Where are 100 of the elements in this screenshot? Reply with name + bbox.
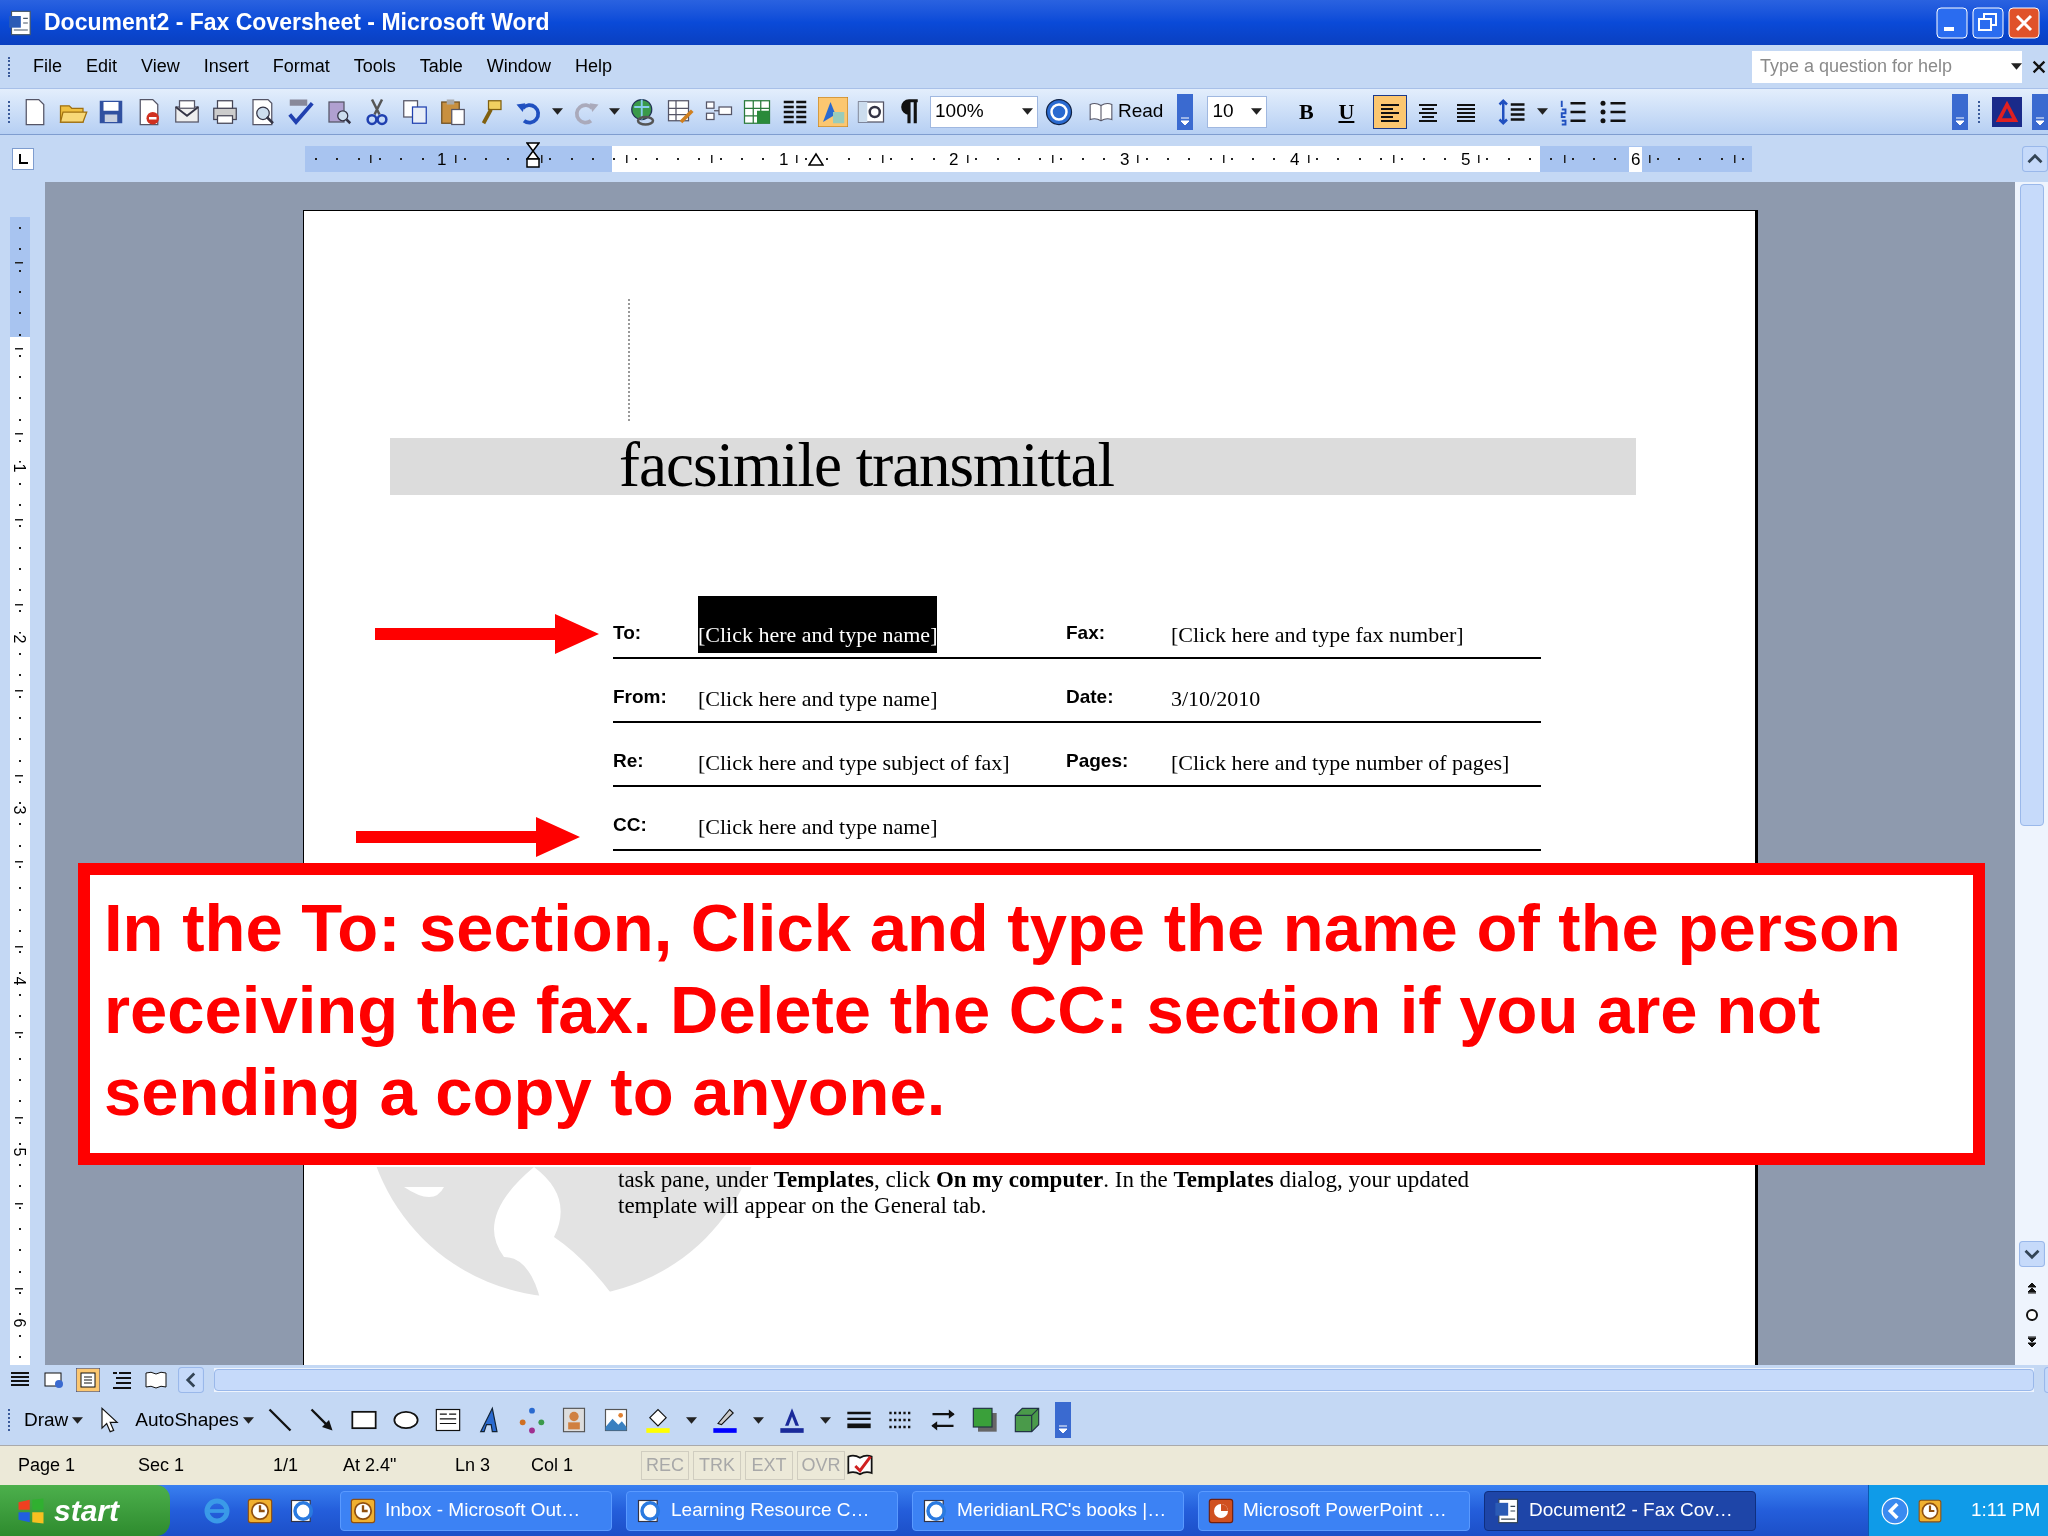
status-item: Ln 3 bbox=[455, 1454, 492, 1477]
menu-item[interactable]: Help bbox=[565, 51, 621, 82]
line-spacing-icon[interactable] bbox=[1497, 96, 1528, 127]
restore-button[interactable] bbox=[1972, 6, 2004, 39]
help-search-field[interactable]: Type a question for help bbox=[1752, 50, 2022, 83]
show-hidden-icons-button[interactable] bbox=[1881, 1496, 1909, 1525]
field-value[interactable]: [Click here and type fax number] bbox=[1171, 618, 1464, 653]
scroll-up-button[interactable] bbox=[2022, 145, 2048, 172]
tab-stop-icon[interactable] bbox=[808, 151, 824, 167]
menu-item[interactable]: View bbox=[132, 51, 189, 82]
corner-icon bbox=[17, 152, 29, 165]
field-value[interactable]: [Click here and type number of pages] bbox=[1171, 746, 1510, 781]
zoom-box[interactable]: 100% bbox=[930, 95, 1038, 128]
taskbar-button[interactable]: Learning Resource C… bbox=[626, 1490, 898, 1531]
toolbar-options-icon[interactable] bbox=[1054, 1402, 1071, 1438]
ruler-number: 3 bbox=[11, 804, 28, 816]
field-label: Pages: bbox=[1066, 748, 1130, 773]
document-title: facsimile transmittal bbox=[619, 429, 1115, 502]
instruction-text: In the To: section, Click and type the name of the person receiving the fax. Delete the CC: section if you are not sending a copy to anyone. bbox=[104, 889, 1902, 1131]
dropdown-caret-icon[interactable] bbox=[1251, 108, 1263, 115]
menu-item[interactable]: Insert bbox=[194, 51, 258, 82]
caret-icon[interactable] bbox=[752, 1416, 764, 1424]
scroll-down-button[interactable] bbox=[2018, 1241, 2045, 1267]
field-value[interactable]: [Click here and type name] bbox=[698, 810, 938, 845]
minimize-button[interactable] bbox=[1936, 6, 1968, 39]
field-label: Fax: bbox=[1066, 620, 1107, 645]
clock-app-icon[interactable] bbox=[1917, 1497, 1943, 1524]
ruler-number: 5 bbox=[11, 1146, 28, 1158]
clock: 1:11 PM bbox=[1971, 1498, 2041, 1523]
window-title: Document2 - Fax Coversheet - Microsoft Word bbox=[44, 8, 551, 38]
menu-item[interactable]: Table bbox=[410, 51, 472, 82]
align-left-button[interactable] bbox=[1373, 94, 1408, 129]
clock-app-icon bbox=[349, 1496, 377, 1525]
field-value[interactable]: [Click here and type subject of fax] bbox=[698, 746, 1010, 781]
autoshapes-menu-button[interactable]: AutoShapes bbox=[135, 1405, 254, 1435]
menu-item[interactable]: Edit bbox=[77, 51, 127, 82]
dropdown-caret-icon[interactable] bbox=[552, 108, 563, 115]
diagram-icon[interactable] bbox=[517, 1406, 546, 1434]
status-item: Col 1 bbox=[531, 1454, 575, 1477]
field-label: To: bbox=[613, 620, 643, 645]
field-label: From: bbox=[613, 684, 668, 709]
document-icon bbox=[1493, 1496, 1521, 1525]
field-label: CC: bbox=[613, 812, 648, 837]
help-icon[interactable] bbox=[1044, 96, 1074, 127]
caret-icon[interactable] bbox=[819, 1416, 831, 1424]
dropdown-caret-icon[interactable] bbox=[1537, 108, 1549, 115]
status-item: At 2.4" bbox=[343, 1454, 398, 1477]
taskbar-button[interactable]: MeridianLRC's books |… bbox=[912, 1490, 1184, 1531]
ruler-number: 6 bbox=[11, 1317, 28, 1329]
toolbar-options-icon[interactable] bbox=[2032, 93, 2048, 130]
ruler-number: 2 bbox=[11, 633, 28, 645]
menu-item[interactable]: Format bbox=[263, 51, 339, 82]
3d-style-icon[interactable] bbox=[1012, 1406, 1041, 1434]
status-item: Sec 1 bbox=[138, 1454, 186, 1477]
caret-icon[interactable] bbox=[685, 1416, 697, 1424]
scroll-left-button[interactable] bbox=[178, 1367, 204, 1393]
ruler-number: 4 bbox=[11, 975, 28, 987]
menu-item[interactable]: Tools bbox=[344, 51, 405, 82]
taskbar-button[interactable]: Microsoft PowerPoint … bbox=[1198, 1490, 1470, 1531]
clock-app-icon[interactable] bbox=[246, 1496, 274, 1525]
toolbar-options-icon[interactable] bbox=[1952, 93, 1968, 130]
close-button[interactable] bbox=[2008, 6, 2040, 39]
presentation-app-icon bbox=[1207, 1496, 1235, 1525]
toolbar-options-icon[interactable] bbox=[1177, 93, 1194, 130]
taskbar-button[interactable]: Document2 - Fax Cov… bbox=[1484, 1490, 1756, 1531]
taskbar-button[interactable]: Inbox - Microsoft Out… bbox=[340, 1490, 612, 1531]
indent-marker-icon[interactable] bbox=[526, 141, 540, 169]
line-color-icon[interactable] bbox=[710, 1406, 739, 1434]
horizontal-scrollbar[interactable] bbox=[214, 1368, 2034, 1392]
caret-icon bbox=[242, 1416, 254, 1424]
drawing-shapes-icon[interactable] bbox=[818, 96, 848, 127]
body-text: template will appear on the General tab. bbox=[618, 1193, 988, 1219]
text-box-icon[interactable] bbox=[433, 1406, 462, 1434]
field-value[interactable]: [Click here and type name] bbox=[698, 596, 938, 653]
field-label: Date: bbox=[1066, 684, 1115, 709]
shadow-style-icon[interactable] bbox=[970, 1406, 999, 1434]
tab-selector-button[interactable] bbox=[12, 147, 34, 170]
field-value[interactable]: [Click here and type name] bbox=[698, 682, 938, 717]
dropdown-caret-icon[interactable] bbox=[2011, 63, 2022, 70]
field-label: Re: bbox=[613, 748, 645, 773]
field-value[interactable]: 3/10/2010 bbox=[1171, 682, 1261, 717]
browse-object-icon[interactable] bbox=[2023, 1307, 2040, 1323]
dropdown-caret-icon[interactable] bbox=[609, 108, 620, 115]
caret-icon bbox=[72, 1416, 84, 1424]
print-layout-icon[interactable] bbox=[76, 1368, 100, 1392]
status-item: Page 1 bbox=[18, 1454, 77, 1477]
fill-color-icon[interactable] bbox=[643, 1406, 672, 1434]
triangle-logo-icon[interactable] bbox=[1992, 96, 2022, 127]
scroll-thumb[interactable] bbox=[2019, 184, 2044, 826]
menu-item[interactable]: File bbox=[24, 51, 71, 82]
menu-item[interactable]: Window bbox=[477, 51, 560, 82]
draw-menu-button[interactable]: Draw bbox=[24, 1405, 84, 1435]
ruler-number: 6 bbox=[1629, 146, 1643, 172]
font-size-box[interactable]: 10 bbox=[1207, 95, 1268, 128]
vertical-scrollbar[interactable] bbox=[2015, 182, 2048, 1365]
dropdown-caret-icon[interactable] bbox=[1022, 108, 1033, 115]
bold-button[interactable]: B bbox=[1289, 94, 1324, 129]
underline-button[interactable]: U bbox=[1329, 94, 1364, 129]
read-button[interactable]: Read bbox=[1080, 94, 1172, 129]
body-text: task pane, under Templates, click On my computer. In the Templates dialog, your updated bbox=[618, 1167, 1470, 1193]
